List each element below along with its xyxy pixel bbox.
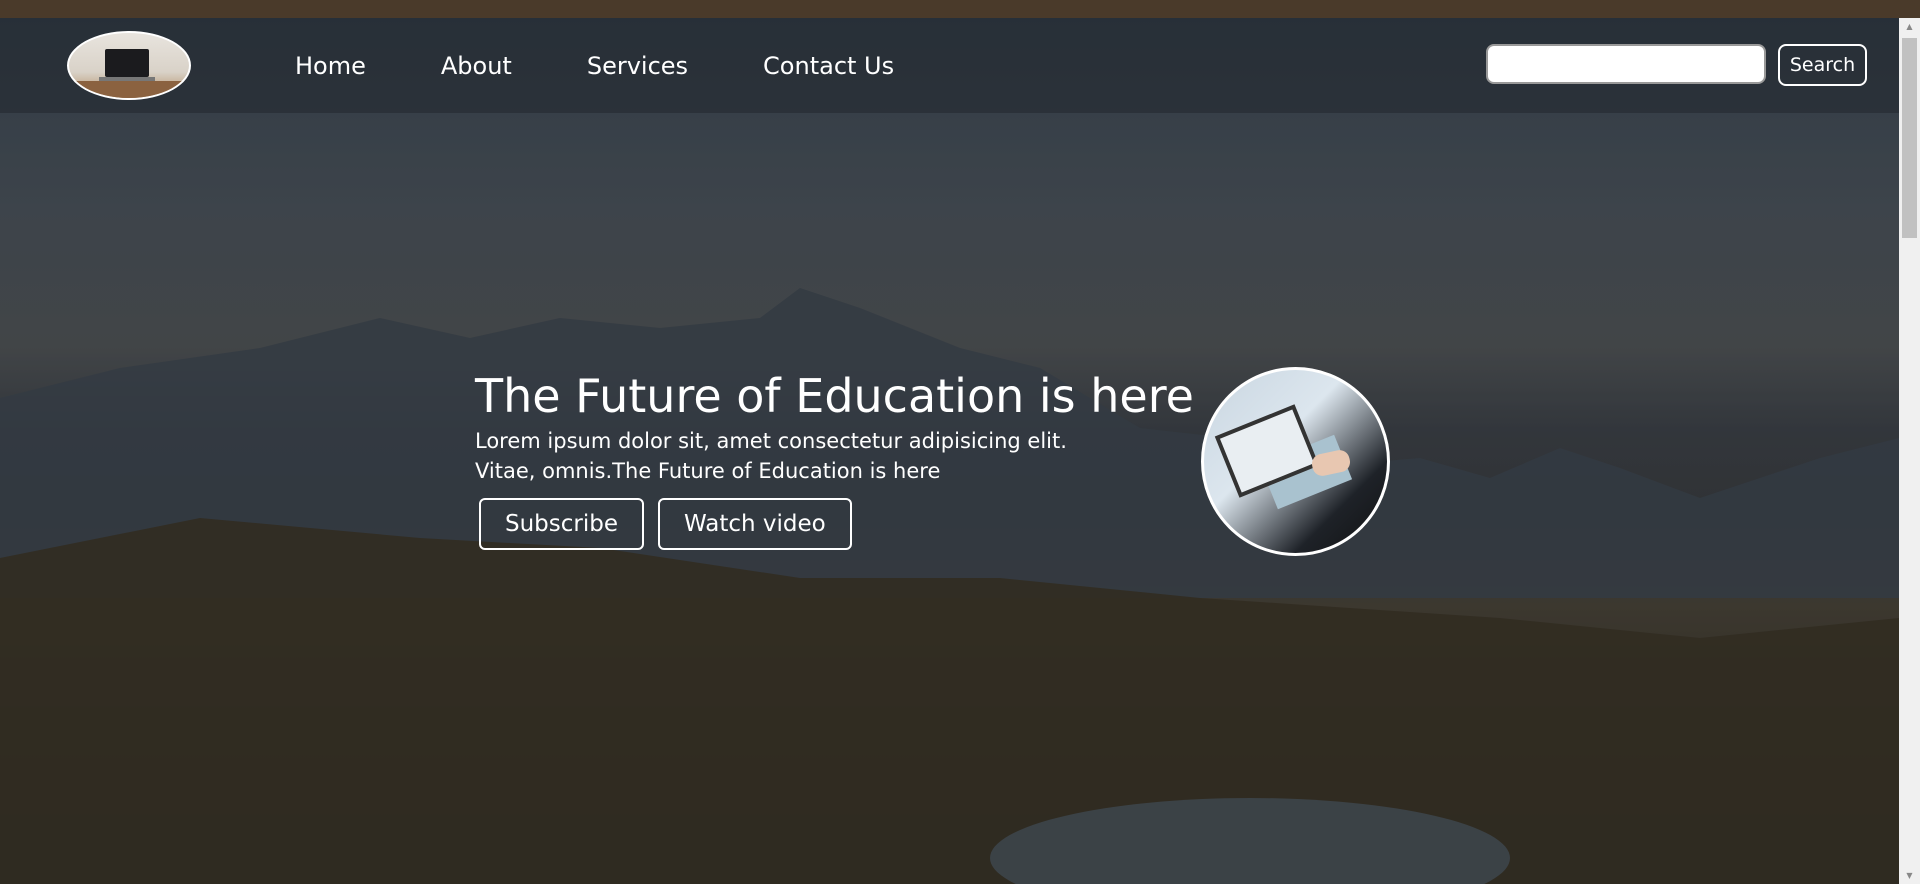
page-viewport: Home About Services Contact Us Search Th… (0, 18, 1899, 884)
scroll-up-icon[interactable]: ▲ (1899, 18, 1920, 35)
search-input[interactable] (1486, 44, 1766, 84)
laptop-base-shape (99, 77, 155, 81)
hero-section: The Future of Education is here Lorem ip… (475, 368, 1195, 550)
hero-buttons: Subscribe Watch video (479, 498, 1195, 550)
page-scrollbar[interactable]: ▲ ▼ (1899, 18, 1920, 884)
watch-video-button[interactable]: Watch video (658, 498, 852, 550)
subscribe-button[interactable]: Subscribe (479, 498, 645, 550)
nav-links: Home About Services Contact Us (295, 18, 894, 113)
hero-title: The Future of Education is here (475, 369, 1194, 423)
logo-desk (69, 81, 189, 98)
search-button[interactable]: Search (1778, 44, 1867, 86)
hero-description: Lorem ipsum dolor sit, amet consectetur … (475, 429, 1067, 483)
scroll-thumb[interactable] (1902, 38, 1917, 238)
top-navbar: Home About Services Contact Us Search (0, 18, 1899, 113)
nav-link-home[interactable]: Home (295, 52, 366, 80)
hero-tablet-image (1201, 367, 1390, 556)
nav-link-contact-us[interactable]: Contact Us (763, 52, 894, 80)
laptop-icon (105, 49, 149, 77)
browser-bookmarks-strip (0, 0, 1920, 18)
scroll-down-icon[interactable]: ▼ (1899, 867, 1920, 884)
nav-link-about[interactable]: About (441, 52, 512, 80)
logo-image[interactable] (67, 31, 191, 100)
nav-link-services[interactable]: Services (587, 52, 688, 80)
